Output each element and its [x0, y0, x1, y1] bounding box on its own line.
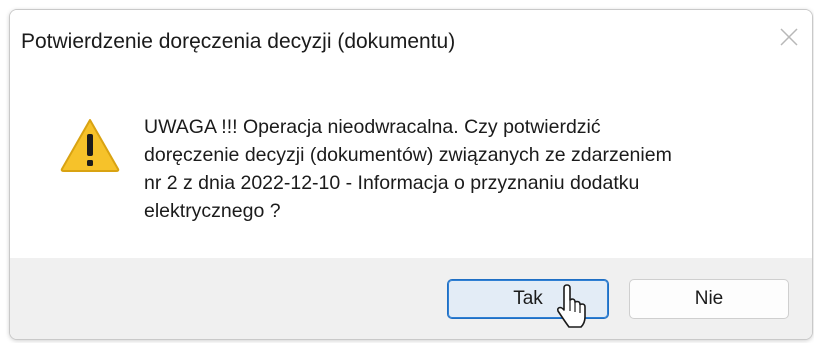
mouse-cursor-icon — [556, 284, 586, 328]
dialog-title: Potwierdzenie doręczenia decyzji (dokume… — [21, 30, 456, 53]
close-button[interactable] — [772, 20, 806, 54]
message-text: UWAGA !!! Operacja nieodwracalna. Czy po… — [144, 116, 672, 222]
no-button[interactable]: Nie — [629, 279, 789, 319]
title-bar: Potwierdzenie doręczenia decyzji (dokume… — [10, 10, 812, 70]
warning-icon — [60, 119, 120, 172]
confirm-dialog: Potwierdzenie doręczenia decyzji (dokume… — [9, 9, 813, 340]
dialog-content: UWAGA !!! Operacja nieodwracalna. Czy po… — [10, 70, 812, 258]
button-bar: Tak Nie — [10, 258, 812, 339]
close-icon — [780, 28, 798, 46]
